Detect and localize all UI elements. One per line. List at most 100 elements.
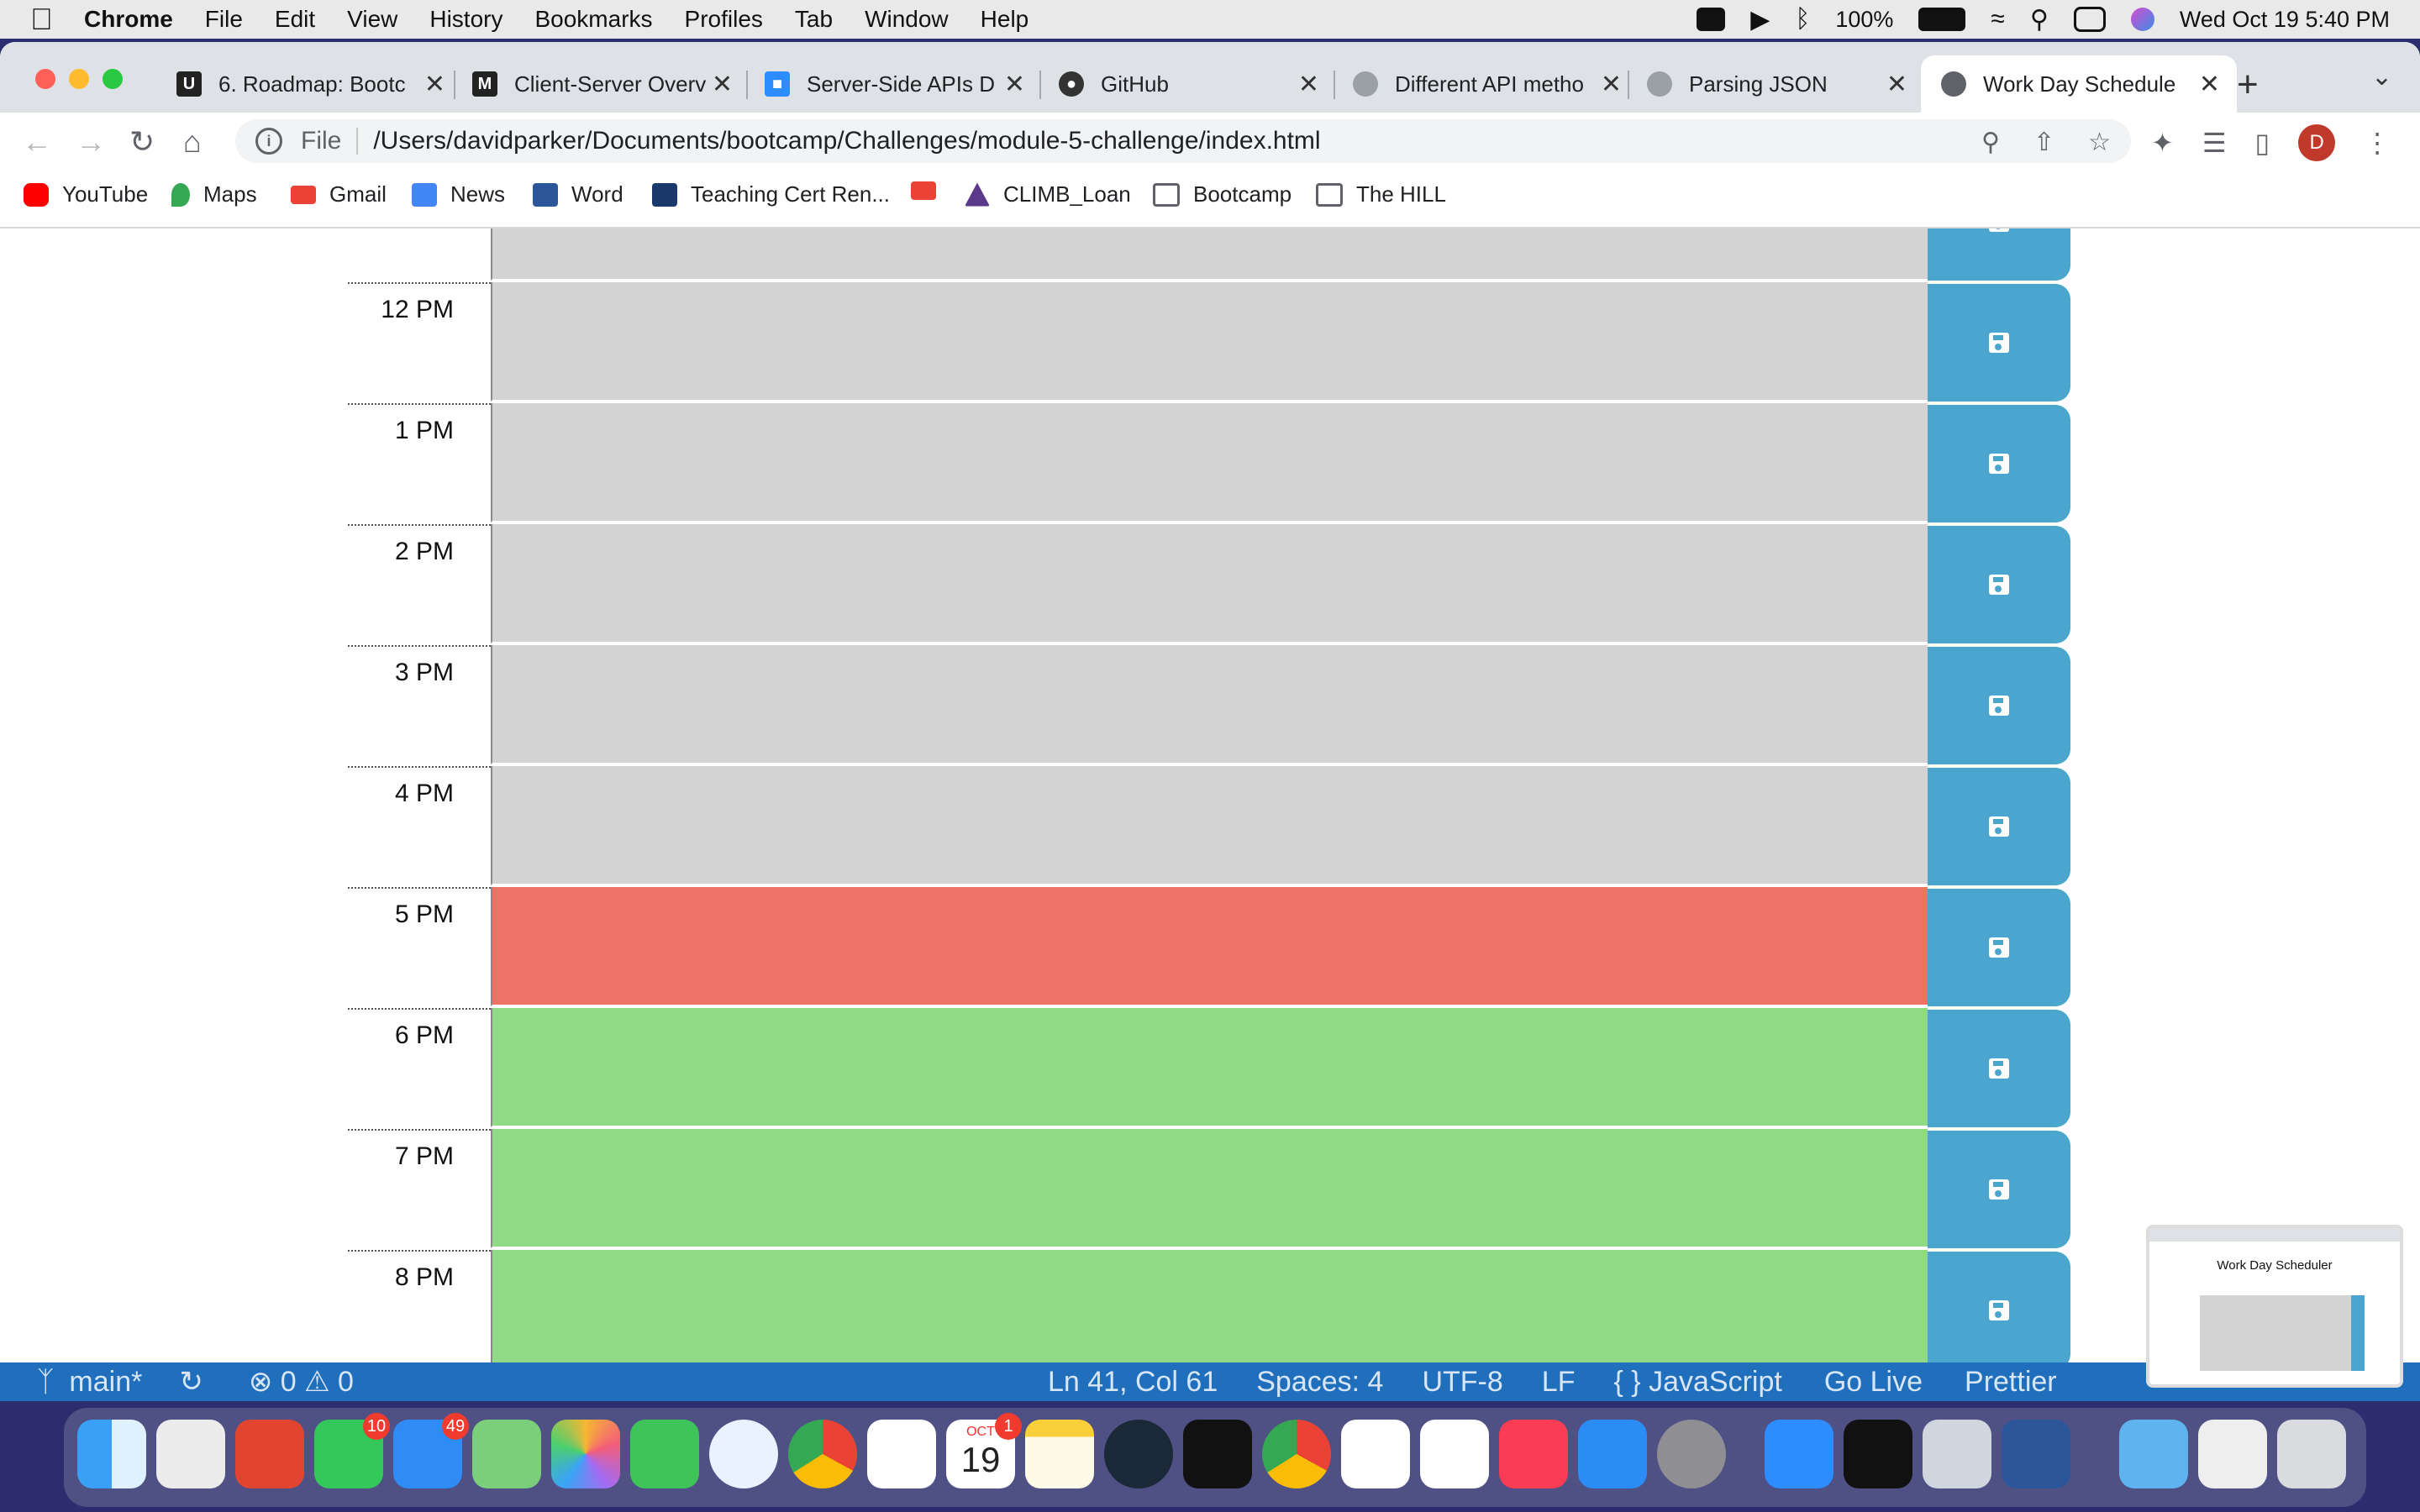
tab-close-icon[interactable]: ✕ (712, 70, 733, 99)
chrome-dev-icon[interactable] (1262, 1420, 1331, 1488)
recent-documents-icon[interactable] (2198, 1420, 2267, 1488)
tab-client-server[interactable]: M Client-Server Overv ✕ (462, 55, 750, 113)
menubar-clock[interactable]: Wed Oct 19 5:40 PM (2180, 7, 2390, 33)
bookmark-folder-the-hill[interactable]: The HILL (1316, 181, 1446, 207)
tab-search-chevron-icon[interactable]: ⌄ (2371, 62, 2392, 92)
tab-different-api-methods[interactable]: Different API metho ✕ (1343, 55, 1639, 113)
time-block-past[interactable] (491, 282, 1928, 402)
chrome-icon[interactable] (788, 1420, 857, 1488)
time-block-future[interactable] (491, 1129, 1928, 1248)
new-tab-button[interactable]: + (2237, 64, 2259, 106)
time-block-past[interactable] (491, 645, 1928, 764)
time-block-past[interactable] (491, 228, 1928, 281)
control-center-icon[interactable] (2073, 7, 2106, 32)
tab-close-icon[interactable]: ✕ (1004, 70, 1025, 99)
tab-parsing-json[interactable]: Parsing JSON ✕ (1637, 55, 1924, 113)
tab-github[interactable]: ● GitHub ✕ (1049, 55, 1336, 113)
steam-icon[interactable] (1104, 1420, 1173, 1488)
siri-icon[interactable] (2130, 8, 2154, 31)
prettier-status[interactable]: Prettier (1965, 1366, 2057, 1399)
spotlight-icon[interactable]: ⚲ (2030, 5, 2049, 34)
chrome-menu-icon[interactable]: ⋮ (2364, 127, 2391, 159)
save-button[interactable] (1928, 889, 2070, 1006)
zoom-lens-icon[interactable]: ⚲ (1981, 128, 2000, 157)
tab-close-icon[interactable]: ✕ (1886, 70, 1907, 99)
go-live-button[interactable]: Go Live (1824, 1366, 1923, 1399)
facetime-icon[interactable] (630, 1420, 699, 1488)
bookmark-teaching-cert[interactable]: Teaching Cert Ren... (652, 181, 890, 207)
system-preferences-icon[interactable] (1657, 1420, 1726, 1488)
zoom-app-icon[interactable] (1765, 1420, 1833, 1488)
screenshot-thumbnail[interactable]: Work Day Scheduler (2146, 1225, 2403, 1388)
preview-icon[interactable] (1923, 1420, 1991, 1488)
app-menu[interactable]: Chrome (68, 6, 189, 33)
cursor-position[interactable]: Ln 41, Col 61 (1048, 1366, 1218, 1399)
menu-history[interactable]: History (413, 6, 518, 33)
menu-file[interactable]: File (189, 6, 259, 33)
vscode-icon[interactable] (1420, 1420, 1489, 1488)
menu-view[interactable]: View (331, 6, 413, 33)
app-store-icon[interactable] (1578, 1420, 1647, 1488)
forward-button[interactable]: → (76, 124, 106, 160)
save-button[interactable] (1928, 228, 2070, 281)
indent-spaces[interactable]: Spaces: 4 (1256, 1366, 1383, 1399)
bookmark-youtube[interactable]: YouTube (24, 181, 148, 207)
menu-profiles[interactable]: Profiles (669, 6, 779, 33)
downloads-folder-icon[interactable] (2119, 1420, 2188, 1488)
calendar-icon[interactable]: OCT 19 1 (946, 1413, 1022, 1488)
site-info-icon[interactable]: i (255, 128, 282, 155)
zoom-icon[interactable] (1697, 8, 1726, 31)
tab-close-icon[interactable]: ✕ (1298, 70, 1319, 99)
extensions-puzzle-icon[interactable]: ✦ (2151, 127, 2174, 159)
save-button[interactable] (1928, 405, 2070, 522)
safari-icon[interactable] (709, 1420, 778, 1488)
tab-roadmap[interactable]: U 6. Roadmap: Bootc ✕ (160, 55, 462, 113)
bookmark-word[interactable]: Word (533, 181, 623, 207)
url-text[interactable]: /Users/davidparker/Documents/bootcamp/Ch… (373, 127, 1320, 155)
profile-avatar[interactable]: D (2298, 124, 2336, 161)
music-icon[interactable] (1499, 1420, 1568, 1488)
time-block-past[interactable] (491, 524, 1928, 643)
apple-tv-icon[interactable] (1183, 1420, 1252, 1488)
slack-icon[interactable] (1341, 1420, 1410, 1488)
play-icon[interactable]: ▶ (1750, 5, 1770, 34)
bluetooth-icon[interactable]: ᛒ (1795, 5, 1810, 34)
bookmark-folder-bootcamp[interactable]: Bootcamp (1153, 181, 1292, 207)
minimize-window-button[interactable] (69, 69, 89, 89)
tab-server-side-apis[interactable]: ■ Server-Side APIs D ✕ (755, 55, 1042, 113)
bookmark-star-icon[interactable]: ☆ (2088, 128, 2111, 157)
sync-icon[interactable]: ↻ (179, 1365, 203, 1399)
time-block-past[interactable] (491, 766, 1928, 885)
word-app-icon[interactable] (2002, 1420, 2070, 1488)
messages-icon[interactable]: 10 (314, 1413, 390, 1488)
tab-close-icon[interactable]: ✕ (2199, 70, 2220, 99)
media-control-icon[interactable]: ☰ (2202, 127, 2227, 159)
address-bar[interactable]: i File /Users/davidparker/Documents/boot… (235, 119, 2131, 163)
share-icon[interactable]: ⇧ (2033, 128, 2054, 157)
side-panel-icon[interactable]: ▯ (2255, 127, 2270, 159)
tab-close-icon[interactable]: ✕ (1601, 70, 1622, 99)
language-mode[interactable]: { } JavaScript (1613, 1366, 1781, 1399)
menu-edit[interactable]: Edit (259, 6, 331, 33)
battery-icon[interactable] (1918, 8, 1966, 31)
git-branch[interactable]: main* (69, 1366, 142, 1399)
time-block-past[interactable] (491, 403, 1928, 522)
trash-icon[interactable] (2277, 1420, 2346, 1488)
tab-close-icon[interactable]: ✕ (424, 70, 445, 99)
finder-icon[interactable] (77, 1420, 146, 1488)
wifi-icon[interactable]: ≈ (1991, 5, 2004, 34)
save-button[interactable] (1928, 1131, 2070, 1248)
tab-work-day-scheduler[interactable]: Work Day Schedule ✕ (1921, 55, 2237, 113)
notes-icon[interactable] (1025, 1420, 1094, 1488)
encoding[interactable]: UTF-8 (1422, 1366, 1502, 1399)
terminal-icon[interactable] (1844, 1420, 1912, 1488)
menu-help[interactable]: Help (965, 6, 1045, 33)
apple-menu-icon[interactable]:  (0, 2, 68, 37)
mail-icon[interactable]: 49 (393, 1413, 469, 1488)
problems-count[interactable]: ⊗ 0 ⚠ 0 (249, 1365, 354, 1399)
maps-icon[interactable] (472, 1420, 541, 1488)
back-button[interactable]: ← (22, 124, 52, 160)
save-button[interactable] (1928, 1252, 2070, 1362)
save-button[interactable] (1928, 1010, 2070, 1127)
bookmark-maps[interactable]: Maps (171, 181, 257, 207)
